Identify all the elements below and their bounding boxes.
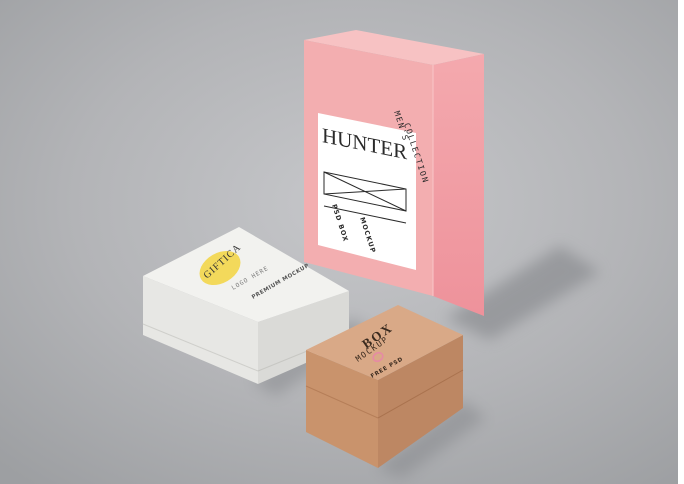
mockup-illustration: HUNTER MEN'S COLLECTION PSD BOX MOCKUP G… [0,0,684,484]
right-frame [678,0,684,484]
pink-box-side [433,54,484,316]
hunter-label: HUNTER MEN'S COLLECTION PSD BOX MOCKUP [318,110,430,270]
product-mockup-scene: HUNTER MEN'S COLLECTION PSD BOX MOCKUP G… [0,0,684,484]
